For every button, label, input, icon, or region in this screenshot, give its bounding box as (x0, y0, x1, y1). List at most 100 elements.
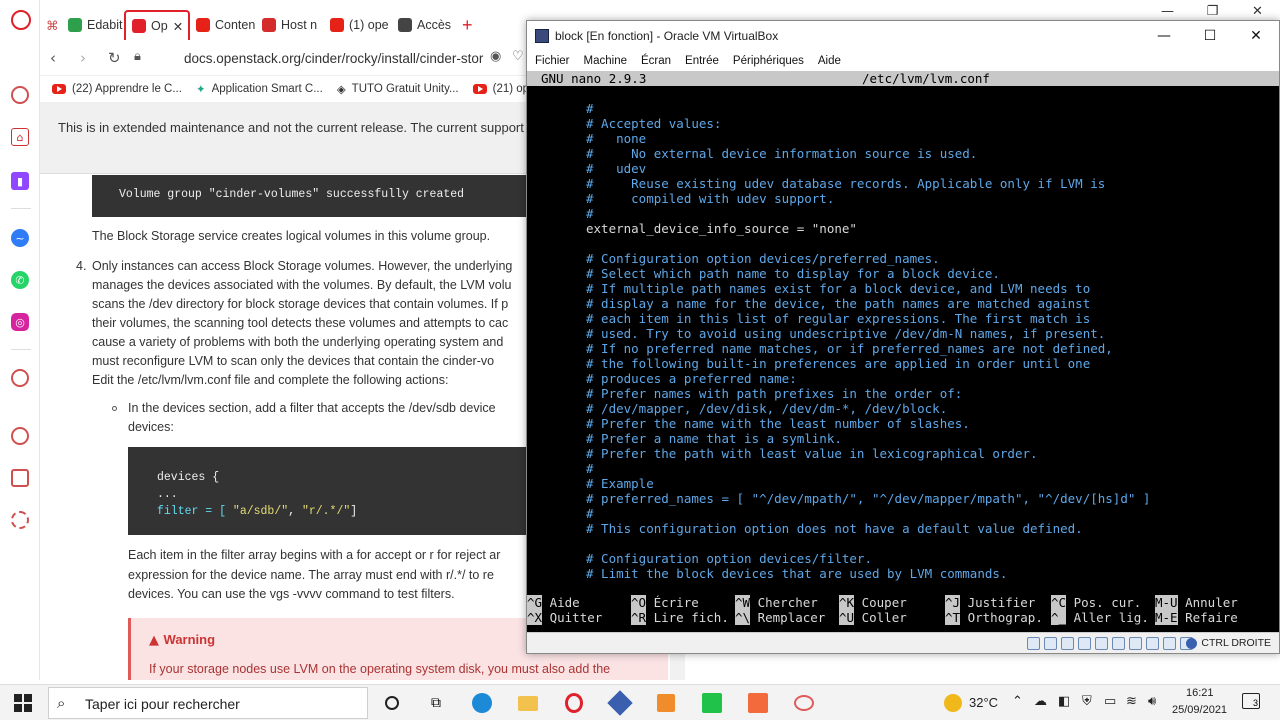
new-tab-button[interactable]: + (456, 10, 486, 40)
tab-youtube-1[interactable]: (1) ope (324, 10, 392, 40)
cortana-icon[interactable] (378, 689, 406, 717)
camera-icon[interactable]: ◉ (490, 49, 501, 64)
shared-folders-icon[interactable] (1112, 637, 1125, 650)
command-output-block: Volume group "cinder-volumes" successful… (92, 175, 562, 217)
plus-icon: + (462, 14, 473, 35)
menu-peripheriques[interactable]: Périphériques (733, 55, 804, 67)
close-icon[interactable]: ✕ (1235, 0, 1280, 22)
jetbrains-green-icon[interactable] (698, 689, 726, 717)
nano-editor-content[interactable]: # # Accepted values: # none # No external d… (586, 101, 1150, 581)
close-icon[interactable]: ✕ (1233, 21, 1279, 51)
battery-icon[interactable]: ▭ (1104, 694, 1116, 709)
player-icon[interactable] (11, 369, 29, 387)
list-item-line: Only instances can access Block Storage … (92, 259, 513, 273)
bookmark-item[interactable]: ✦ Application Smart C... (196, 82, 323, 96)
youtube-icon (472, 84, 487, 94)
sublime-text-icon[interactable] (652, 689, 680, 717)
shortcut-label: Couper (861, 595, 907, 610)
usb-icon[interactable] (1095, 637, 1108, 650)
minimize-icon[interactable]: — (1141, 21, 1187, 51)
forward-arrow-icon[interactable]: › (80, 49, 86, 67)
shortcut-key: ^_ (1051, 610, 1067, 625)
menu-machine[interactable]: Machine (584, 55, 627, 67)
tab-youtube-content[interactable]: Conten (190, 10, 256, 40)
nano-shortcut: ^C Pos. cur. (1051, 595, 1141, 610)
menu-aide[interactable]: Aide (818, 55, 841, 67)
onedrive-cloud-icon[interactable]: ☁ (1034, 694, 1047, 709)
speed-dial-icon[interactable] (11, 86, 29, 104)
nano-shortcut: M-E Refaire (1155, 610, 1238, 625)
tab-gamepad[interactable]: ⌘ (40, 10, 62, 40)
code-token: , (288, 505, 302, 518)
clock-time[interactable]: 16:21 (1186, 687, 1214, 699)
display-icon[interactable] (1129, 637, 1142, 650)
messenger-icon[interactable]: ~ (11, 229, 29, 247)
shortcut-key: ^X (527, 610, 543, 625)
windows-security-icon[interactable]: ⛨ (1082, 694, 1092, 709)
nano-line: # compiled with udev support. (586, 191, 835, 206)
tray-chevron-up-icon[interactable]: ⌃ (1012, 694, 1023, 709)
shortcut-key: ^R (631, 610, 647, 625)
window-title: block [En fonction] - Oracle VM VirtualB… (555, 29, 779, 43)
tab-edabit[interactable]: Edabit (62, 10, 124, 40)
menu-entree[interactable]: Entrée (685, 55, 719, 67)
network-wifi-icon[interactable]: ◧ (1058, 694, 1070, 709)
openstack-favicon-icon (262, 18, 276, 32)
tab-close-icon[interactable]: ✕ (173, 19, 183, 34)
sidebar-divider (11, 349, 31, 350)
bookmark-item[interactable]: (21) op (472, 83, 529, 95)
taskbar-search-box[interactable]: ⌕ Taper ici pour rechercher (48, 687, 368, 719)
search-placeholder: Taper ici pour rechercher (85, 696, 240, 712)
recording-icon[interactable] (1146, 637, 1159, 650)
mouse-integration-icon[interactable] (1163, 637, 1176, 650)
snipping-tool-icon[interactable] (790, 689, 818, 717)
file-explorer-icon[interactable] (514, 689, 542, 717)
nano-line: # Configuration option devices/filter. (586, 551, 872, 566)
code-line: ... (157, 488, 178, 501)
task-view-icon[interactable]: ⧉ (422, 689, 450, 717)
extensions-icon[interactable] (11, 469, 29, 487)
jetbrains-orange-icon[interactable] (744, 689, 772, 717)
edge-icon[interactable] (468, 689, 496, 717)
network-icon[interactable] (1078, 637, 1091, 650)
audio-icon[interactable] (1061, 637, 1074, 650)
lock-icon[interactable]: 🔒︎ (134, 49, 141, 64)
tab-host[interactable]: Host n (256, 10, 324, 40)
shopping-bag-icon[interactable]: ⌂ (11, 128, 29, 146)
restore-icon[interactable]: ❐ (1190, 0, 1235, 22)
bookmark-heart-icon[interactable]: ♡ (512, 49, 524, 64)
reload-icon[interactable]: ↻ (108, 49, 121, 67)
list-item-line: scans the /dev directory for block stora… (92, 297, 509, 311)
instagram-icon[interactable]: ◎ (11, 313, 29, 331)
virtualbox-icon[interactable] (606, 689, 634, 717)
tab-openstack-active[interactable]: Op ✕ (124, 10, 190, 40)
opera-icon[interactable] (560, 689, 588, 717)
menu-ecran[interactable]: Écran (641, 55, 671, 67)
nano-line: # Reuse existing udev database records. … (586, 176, 1106, 191)
shortcut-label: Coller (861, 610, 907, 625)
hard-disk-icon[interactable] (1027, 637, 1040, 650)
weather-temperature[interactable]: 32°C (969, 695, 998, 710)
paragraph-line: expression for the device name. The arra… (128, 568, 494, 582)
optical-drive-icon[interactable] (1044, 637, 1057, 650)
notification-center-icon[interactable]: 3 (1242, 693, 1260, 709)
twitch-icon[interactable]: ▮ (11, 172, 29, 190)
clock-date[interactable]: 25/09/2021 (1172, 704, 1227, 716)
menu-fichier[interactable]: Fichier (535, 55, 570, 67)
weather-sun-icon[interactable] (944, 694, 962, 712)
windows-start-icon[interactable] (14, 694, 32, 712)
vm-terminal-screen[interactable]: GNU nano 2.9.3 /etc/lvm/lvm.conf # # Acce… (527, 71, 1279, 632)
volume-icon[interactable]: 🔊︎ (1148, 694, 1156, 709)
opera-logo-icon[interactable] (11, 10, 31, 30)
url-field[interactable]: docs.openstack.org/cinder/rocky/install/… (184, 51, 483, 66)
whatsapp-icon[interactable]: ✆ (11, 271, 29, 289)
tab-acces[interactable]: Accès (392, 10, 456, 40)
bookmark-item[interactable]: (22) Apprendre le C... (52, 83, 182, 95)
bookmark-item[interactable]: ◈ TUTO Gratuit Unity... (337, 82, 459, 96)
history-icon[interactable] (11, 427, 29, 445)
wifi-icon[interactable]: ≋ (1126, 694, 1137, 709)
back-arrow-icon[interactable]: ‹ (50, 49, 56, 67)
settings-gear-icon[interactable] (11, 511, 29, 529)
maximize-icon[interactable]: ☐ (1187, 21, 1233, 51)
minimize-icon[interactable]: — (1145, 0, 1190, 22)
